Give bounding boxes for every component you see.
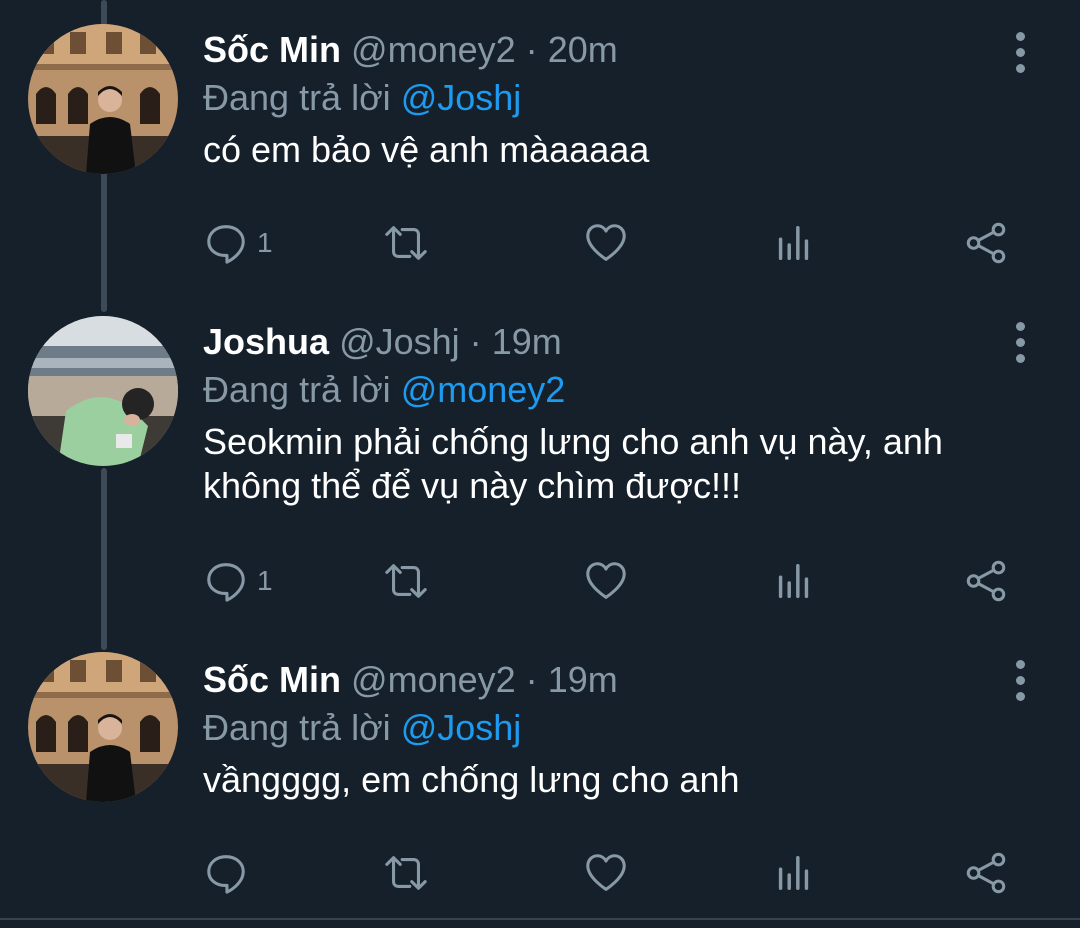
tweet[interactable]: Joshua @Joshj · 19m Đang trả lời @money2… (0, 312, 1080, 650)
more-vertical-icon (1015, 659, 1025, 669)
retweet-icon (383, 220, 429, 266)
replying-to: Đang trả lời @money2 (203, 368, 1010, 412)
retweet-button[interactable] (383, 218, 429, 268)
reply-button[interactable]: 1 (203, 556, 273, 606)
more-vertical-icon (1015, 31, 1025, 41)
tweet-text: Seokmin phải chống lưng cho anh vụ này, … (203, 421, 943, 506)
user-handle[interactable]: @money2 (351, 659, 516, 700)
reply-button[interactable]: 1 (203, 218, 273, 268)
action-bar (203, 848, 1023, 898)
reply-count: 1 (257, 227, 273, 258)
tweet-header: Sốc Min @money2 · 20m (203, 28, 1010, 72)
reply-icon (203, 850, 249, 896)
mention-link[interactable]: @money2 (401, 369, 566, 410)
share-button[interactable] (963, 218, 1009, 268)
tweet-header: Sốc Min @money2 · 19m (203, 658, 1010, 702)
analytics-icon (771, 220, 817, 266)
reply-button[interactable] (203, 848, 257, 898)
analytics-icon (771, 558, 817, 604)
more-vertical-icon (1015, 321, 1025, 331)
retweet-icon (383, 850, 429, 896)
reply-icon (203, 220, 249, 266)
user-handle[interactable]: @Joshj (339, 321, 460, 362)
replying-to-label: Đang trả lời (203, 369, 391, 410)
reply-count: 1 (257, 565, 273, 596)
divider (0, 918, 1080, 920)
retweet-button[interactable] (383, 848, 429, 898)
like-button[interactable] (583, 556, 629, 606)
like-button[interactable] (583, 218, 629, 268)
replying-to-label: Đang trả lời (203, 77, 391, 118)
analytics-button[interactable] (771, 218, 817, 268)
analytics-button[interactable] (771, 556, 817, 606)
retweet-icon (383, 558, 429, 604)
display-name[interactable]: Sốc Min (203, 659, 341, 700)
timestamp[interactable]: 20m (548, 29, 618, 70)
analytics-icon (771, 850, 817, 896)
action-bar: 1 (203, 218, 1023, 268)
mention-link[interactable]: @Joshj (401, 77, 522, 118)
tweet-header: Joshua @Joshj · 19m (203, 320, 1010, 364)
heart-icon (583, 850, 629, 896)
retweet-button[interactable] (383, 556, 429, 606)
replying-to: Đang trả lời @Joshj (203, 76, 1010, 120)
heart-icon (583, 220, 629, 266)
replying-to: Đang trả lời @Joshj (203, 706, 1010, 750)
share-icon (963, 220, 1009, 266)
share-button[interactable] (963, 848, 1009, 898)
user-handle[interactable]: @money2 (351, 29, 516, 70)
action-bar: 1 (203, 556, 1023, 606)
timestamp[interactable]: 19m (548, 659, 618, 700)
share-icon (963, 850, 1009, 896)
timestamp[interactable]: 19m (492, 321, 562, 362)
heart-icon (583, 558, 629, 604)
display-name[interactable]: Sốc Min (203, 29, 341, 70)
share-button[interactable] (963, 556, 1009, 606)
more-options-button[interactable] (1008, 650, 1032, 710)
more-options-button[interactable] (1008, 22, 1032, 82)
avatar[interactable] (28, 316, 178, 466)
like-button[interactable] (583, 848, 629, 898)
tweet[interactable]: Sốc Min @money2 · 19m Đang trả lời @Josh… (0, 650, 1080, 916)
mention-link[interactable]: @Joshj (401, 707, 522, 748)
replying-to-label: Đang trả lời (203, 707, 391, 748)
more-options-button[interactable] (1008, 312, 1032, 372)
share-icon (963, 558, 1009, 604)
separator: · (525, 659, 538, 700)
tweet-text: vầngggg, em chống lưng cho anh (203, 759, 740, 800)
reply-icon (203, 558, 249, 604)
tweet[interactable]: Sốc Min @money2 · 20m Đang trả lời @Josh… (0, 0, 1080, 312)
avatar[interactable] (28, 652, 178, 802)
display-name[interactable]: Joshua (203, 321, 329, 362)
separator: · (525, 29, 538, 70)
avatar[interactable] (28, 24, 178, 174)
analytics-button[interactable] (771, 848, 817, 898)
separator: · (469, 321, 482, 362)
tweet-text: có em bảo vệ anh màaaaaa (203, 129, 650, 170)
